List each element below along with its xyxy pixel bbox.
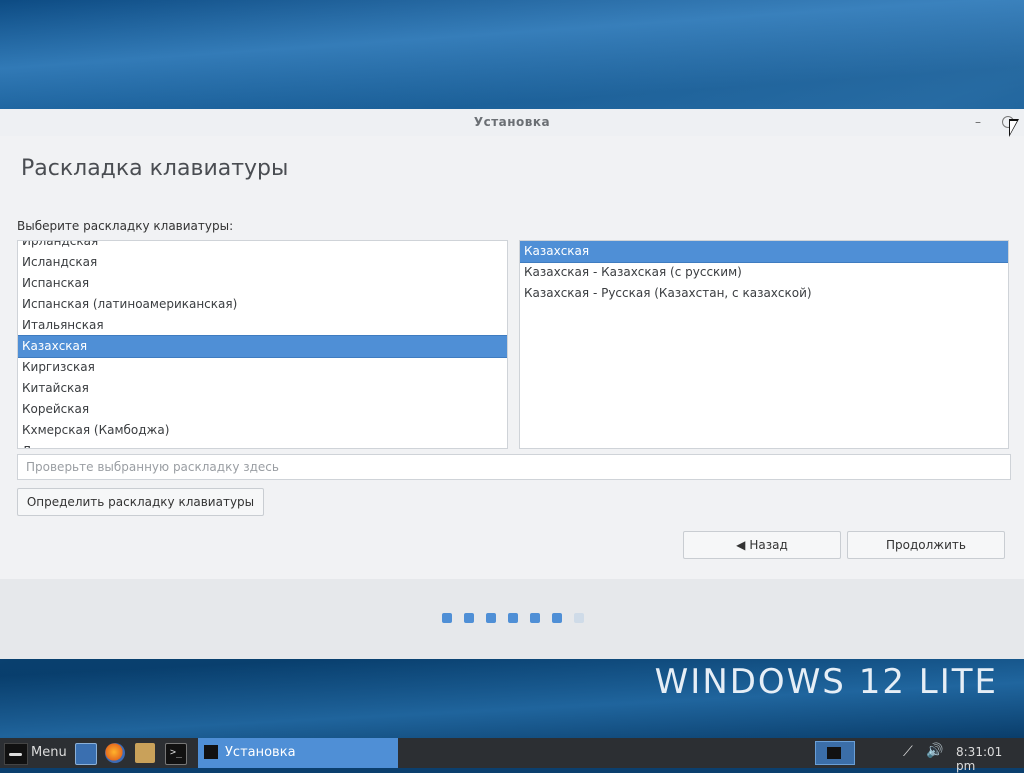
layout-list-item[interactable]: Ирландская [18,241,507,252]
installer-window: Установка – Раскладка клавиатуры Выберит… [0,109,1024,659]
installer-footer [0,579,1024,659]
variant-list-inner: Казахская Казахская - Казахская (с русски… [520,241,1008,304]
installer-app-icon [204,745,218,759]
back-arrow-icon: ◀ [736,538,746,552]
layout-test-input[interactable] [17,454,1011,480]
taskbar-item-label: Установка [225,745,296,760]
step-dot [574,613,584,623]
layout-list-item[interactable]: Корейская [18,399,507,420]
layout-list-item[interactable]: Испанская (латиноамериканская) [18,294,507,315]
desktop-brand-text: WINDOWS 12 LITE [654,662,998,702]
layout-list-item[interactable]: Испанская [18,273,507,294]
step-dot [442,613,452,623]
installer-content: Раскладка клавиатуры Выберите раскладку … [0,136,1024,579]
taskbar-item-installer[interactable]: Установка [198,738,398,768]
menu-label: Menu [31,745,67,760]
volume-icon[interactable]: 🔊 [926,743,943,759]
layout-list-item[interactable]: Киргизская [18,357,507,378]
network-icon[interactable]: ⟋ [903,744,913,760]
layout-list[interactable]: Ирландская Исландская Испанская Испанская (… [17,240,508,449]
page-title: Раскладка клавиатуры [21,156,289,181]
clock[interactable]: 8:31:01 pm [956,745,1024,773]
file-manager-icon[interactable] [135,743,155,763]
minimize-icon: – [975,115,981,129]
window-title: Установка [473,115,551,129]
start-menu-button[interactable]: Menu [0,738,68,768]
step-dot [464,613,474,623]
variant-list[interactable]: Казахская Казахская - Казахская (с русски… [519,240,1009,449]
layout-list-item[interactable]: Кхмерская (Камбоджа) [18,420,507,441]
step-dot [530,613,540,623]
back-button-label: Назад [749,538,788,552]
layout-list-inner: Ирландская Исландская Испанская Испанская (… [18,241,507,448]
mouse-cursor-icon [1009,119,1019,137]
variant-list-item[interactable]: Казахская - Казахская (с русским) [520,262,1008,283]
minimize-button[interactable]: – [970,114,986,130]
step-dot [552,613,562,623]
step-dot [508,613,518,623]
continue-button[interactable]: Продолжить [847,531,1005,559]
layout-list-item[interactable]: Китайская [18,378,507,399]
step-progress-indicator [442,612,596,623]
layout-list-item[interactable]: Исландская [18,252,507,273]
back-button[interactable]: ◀ Назад [683,531,841,559]
firefox-icon[interactable] [105,743,125,763]
window-titlebar[interactable]: Установка – [0,109,1024,136]
menu-logo-icon [4,743,28,765]
detect-layout-button[interactable]: Определить раскладку клавиатуры [17,488,264,516]
show-desktop-icon[interactable] [75,743,97,765]
tray-app-icon[interactable] [815,741,855,765]
layout-list-item[interactable]: Итальянская [18,315,507,336]
terminal-icon[interactable]: >_ [165,743,187,765]
step-dot [486,613,496,623]
layout-prompt-label: Выберите раскладку клавиатуры: [17,219,234,233]
layout-list-item[interactable]: Казахская [18,335,507,358]
taskbar: Menu >_ Установка ⟋ 🔊 8:31:01 pm [0,738,1024,773]
layout-list-item[interactable]: Лаосская [18,441,507,448]
variant-list-item[interactable]: Казахская [520,241,1008,263]
variant-list-item[interactable]: Казахская - Русская (Казахстан, с казахс… [520,283,1008,304]
